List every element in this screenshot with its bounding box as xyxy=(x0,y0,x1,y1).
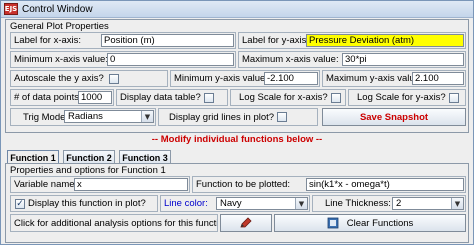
varname-input[interactable]: x xyxy=(74,178,188,191)
function-1-panel: Properties and options for Function 1 Va… xyxy=(5,163,469,243)
control-window: EJS Control Window General Plot Properti… xyxy=(0,0,474,245)
ylabel-input[interactable]: Pressure Deviation (atm) xyxy=(306,34,464,47)
autoscale-cell: Autoscale the y axis? xyxy=(10,70,168,87)
line-thickness-value: 2 xyxy=(396,198,402,209)
function-input[interactable]: sin(k1*x - omega*t) xyxy=(306,178,464,191)
autoscale-checkbox[interactable] xyxy=(108,73,119,84)
line-color-label: Line color: xyxy=(164,198,208,209)
tab-function-3[interactable]: Function 3 xyxy=(119,150,171,164)
title-bar[interactable]: EJS Control Window xyxy=(1,1,473,18)
modify-functions-banner: -- Modify individual functions below -- xyxy=(151,134,323,145)
varname-label: Variable name: xyxy=(14,179,78,190)
logx-cell: Log Scale for x-axis? xyxy=(230,89,346,106)
chevron-down-icon[interactable]: ▼ xyxy=(141,111,153,122)
app-icon: EJS xyxy=(4,3,18,15)
display-label: Display this function in plot? xyxy=(28,198,146,209)
group-title: General Plot Properties xyxy=(10,21,109,32)
xlabel-label: Label for x-axis: xyxy=(14,35,82,46)
tab-function-2[interactable]: Function 2 xyxy=(63,150,115,164)
clear-functions-button[interactable]: Clear Functions xyxy=(274,214,466,232)
table-label: Display data table? xyxy=(120,92,201,103)
function-panel-title: Properties and options for Function 1 xyxy=(10,165,166,176)
grid-label: Display grid lines in plot? xyxy=(169,111,275,123)
maxy-input[interactable]: 2.100 xyxy=(412,72,464,85)
logy-label: Log Scale for y-axis? xyxy=(357,92,446,103)
tab-label: Function 3 xyxy=(122,152,168,163)
analysis-options-button[interactable] xyxy=(220,214,272,232)
tab-label: Function 2 xyxy=(66,152,112,163)
logy-checkbox[interactable] xyxy=(448,92,459,103)
table-cell: Display data table? xyxy=(116,89,228,106)
general-plot-properties-group: General Plot Properties Label for x-axis… xyxy=(5,19,469,133)
points-input[interactable]: 1000 xyxy=(78,91,112,104)
line-color-value: Navy xyxy=(220,198,242,209)
line-color-select[interactable]: Navy ▼ xyxy=(216,197,308,210)
miny-input[interactable]: -2.100 xyxy=(264,72,318,85)
chevron-down-icon[interactable]: ▼ xyxy=(295,198,307,209)
logy-cell: Log Scale for y-axis? xyxy=(348,89,466,106)
trig-mode-value: Radians xyxy=(68,111,103,122)
thickness-label: Line Thickness: xyxy=(325,198,391,209)
save-snapshot-button[interactable]: Save Snapshot xyxy=(322,108,466,126)
minx-label: Minimum x-axis value: xyxy=(14,54,108,65)
points-label: # of data points: xyxy=(14,92,82,103)
maxx-input[interactable]: 30*pi xyxy=(342,53,464,66)
save-snapshot-label: Save Snapshot xyxy=(359,111,429,123)
table-checkbox[interactable] xyxy=(203,92,214,103)
ylabel-label: Label for y-axis: xyxy=(242,35,310,46)
grid-cell: Display grid lines in plot? xyxy=(158,108,318,126)
pencil-icon xyxy=(240,217,252,228)
miny-label: Minimum y-axis value: xyxy=(174,73,268,84)
line-thickness-select[interactable]: 2 ▼ xyxy=(392,197,464,210)
clear-icon xyxy=(327,217,339,229)
logx-label: Log Scale for x-axis? xyxy=(239,92,328,103)
clear-functions-label: Clear Functions xyxy=(346,217,414,229)
display-cell: Display this function in plot? xyxy=(10,195,158,212)
analysis-label: Click for additional analysis options fo… xyxy=(14,217,218,229)
autoscale-label: Autoscale the y axis? xyxy=(14,73,104,84)
chevron-down-icon[interactable]: ▼ xyxy=(451,198,463,209)
display-checkbox[interactable] xyxy=(15,198,25,209)
maxy-label: Maximum y-axis value: xyxy=(326,73,423,84)
tab-label: Function 1 xyxy=(10,153,56,163)
grid-checkbox[interactable] xyxy=(277,112,288,122)
trig-mode-select[interactable]: Radians ▼ xyxy=(64,110,154,123)
window-title: Control Window xyxy=(22,3,93,15)
maxx-label: Maximum x-axis value: xyxy=(242,54,339,65)
logx-checkbox[interactable] xyxy=(330,92,341,103)
func-label: Function to be plotted: xyxy=(196,179,291,190)
minx-input[interactable]: 0 xyxy=(107,53,234,66)
xlabel-input[interactable]: Position (m) xyxy=(101,34,234,47)
trig-label: Trig Mode: xyxy=(23,111,69,123)
analysis-cell: Click for additional analysis options fo… xyxy=(10,214,218,232)
